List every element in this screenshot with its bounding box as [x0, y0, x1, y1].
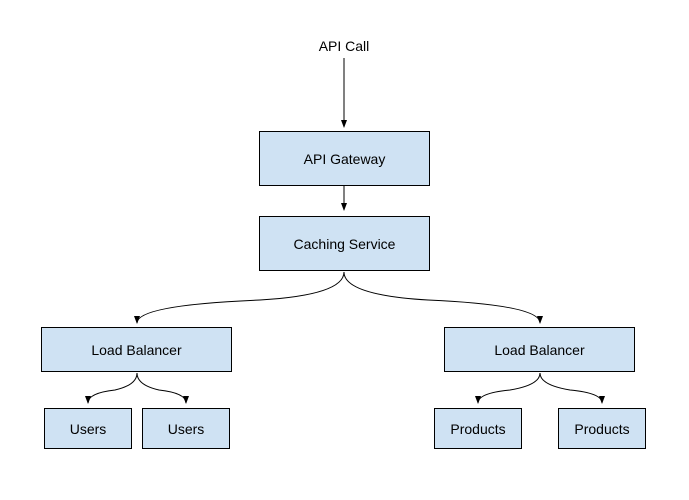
caching-service-box: Caching Service	[259, 216, 430, 271]
load-balancer-right-box: Load Balancer	[444, 327, 635, 372]
architecture-diagram: API Call API Gateway Caching Service Loa…	[0, 0, 689, 500]
api-call-label: API Call	[314, 38, 374, 54]
api-gateway-box: API Gateway	[259, 131, 430, 186]
users-right-label: Users	[168, 421, 205, 437]
api-gateway-label: API Gateway	[304, 151, 386, 167]
load-balancer-left-box: Load Balancer	[41, 327, 232, 372]
products-left-box: Products	[434, 408, 522, 449]
products-left-label: Products	[450, 421, 505, 437]
users-right-box: Users	[142, 408, 230, 449]
users-left-label: Users	[70, 421, 107, 437]
products-right-label: Products	[574, 421, 629, 437]
load-balancer-left-label: Load Balancer	[91, 342, 181, 358]
users-left-box: Users	[44, 408, 132, 449]
load-balancer-right-label: Load Balancer	[494, 342, 584, 358]
caching-service-label: Caching Service	[294, 236, 396, 252]
products-right-box: Products	[558, 408, 646, 449]
